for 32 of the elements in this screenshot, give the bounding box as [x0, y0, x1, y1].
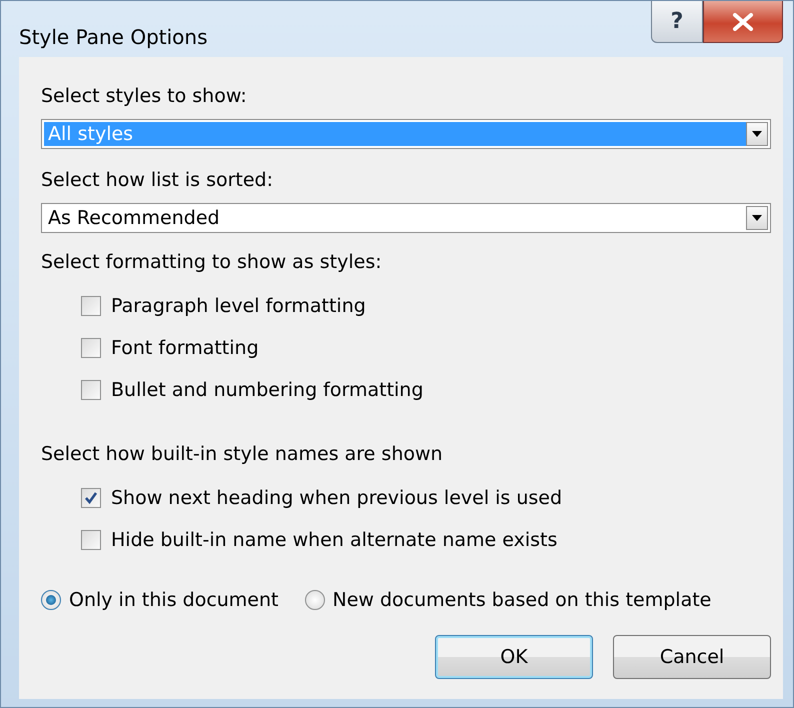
close-button[interactable]: [703, 1, 783, 43]
checkbox-label[interactable]: Font formatting: [111, 337, 259, 359]
dropdown[interactable]: As Recommended: [41, 203, 771, 233]
radio-button[interactable]: [304, 590, 324, 610]
checkbox-label[interactable]: Show next heading when previous level is used: [111, 487, 562, 509]
field-label: Select formatting to show as styles:: [41, 250, 383, 275]
checkbox[interactable]: [81, 338, 101, 358]
radio-label[interactable]: New documents based on this template: [332, 589, 712, 611]
checkbox[interactable]: [81, 488, 101, 508]
radio-button[interactable]: [41, 590, 61, 610]
window-title: Style Pane Options: [19, 25, 208, 49]
dropdown-button[interactable]: [746, 206, 768, 230]
ok-button[interactable]: OK: [435, 635, 593, 679]
radio-label[interactable]: Only in this document: [69, 589, 278, 611]
checkbox-label[interactable]: Bullet and numbering formatting: [111, 379, 424, 401]
dropdown-value: As Recommended: [47, 206, 221, 230]
checkbox[interactable]: [81, 380, 101, 400]
field-label: Select how list is sorted:: [41, 168, 274, 193]
field-label: Select styles to show:: [41, 84, 248, 109]
close-icon: [732, 12, 754, 30]
checkbox-label[interactable]: Paragraph level formatting: [111, 295, 366, 317]
dropdown-button[interactable]: [746, 122, 768, 146]
check-icon: [84, 491, 98, 505]
cancel-button[interactable]: Cancel: [613, 635, 771, 679]
help-button[interactable]: ?: [651, 1, 703, 43]
caret-icon: [752, 131, 762, 137]
checkbox[interactable]: [81, 530, 101, 550]
checkbox[interactable]: [81, 296, 101, 316]
field-label: Select how built-in style names are shown: [41, 442, 444, 467]
caret-icon: [752, 215, 762, 221]
dropdown-value: All styles: [44, 122, 746, 146]
checkbox-label[interactable]: Hide built-in name when alternate name exists: [111, 529, 558, 551]
